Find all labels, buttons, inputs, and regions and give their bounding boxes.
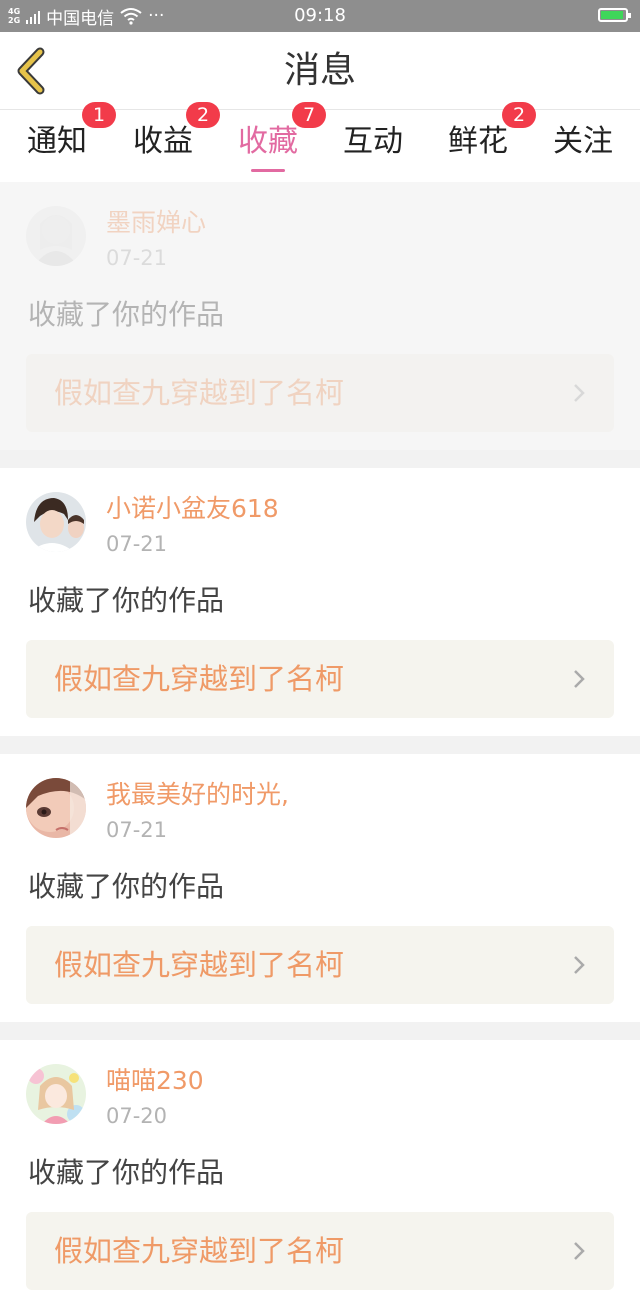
avatar[interactable] xyxy=(26,206,86,266)
active-tab-indicator xyxy=(251,169,285,172)
tab-label: 互动 xyxy=(343,124,403,159)
tab-bar: 通知 1 收益 2 收藏 7 互动 鲜花 2 关注 xyxy=(0,102,640,182)
work-title: 假如查九穿越到了名柯 xyxy=(54,376,345,410)
username[interactable]: 喵喵230 xyxy=(106,1066,204,1096)
tab-label: 收藏 xyxy=(238,124,298,159)
message-card: 喵喵230 07-20 收藏了你的作品 假如查九穿越到了名柯 xyxy=(0,1040,640,1308)
work-link[interactable]: 假如查九穿越到了名柯 xyxy=(26,926,614,1004)
message-action: 收藏了你的作品 xyxy=(28,870,225,903)
tab-interactions[interactable]: 互动 xyxy=(320,110,426,182)
username[interactable]: 小诺小盆友618 xyxy=(106,494,279,524)
avatar[interactable] xyxy=(26,492,86,552)
avatar[interactable] xyxy=(26,1064,86,1124)
work-title: 假如查九穿越到了名柯 xyxy=(54,662,345,696)
tab-earnings[interactable]: 收益 2 xyxy=(110,102,220,182)
nav-bar: 消息 xyxy=(0,32,640,110)
work-link[interactable]: 假如查九穿越到了名柯 xyxy=(26,640,614,718)
status-time: 09:18 xyxy=(294,5,346,26)
tab-notifications[interactable]: 通知 1 xyxy=(4,102,116,182)
chevron-right-icon xyxy=(574,1242,585,1260)
tab-favorites[interactable]: 收藏 7 xyxy=(215,102,326,182)
message-action: 收藏了你的作品 xyxy=(28,584,225,617)
tab-label: 关注 xyxy=(553,124,613,159)
avatar[interactable] xyxy=(26,778,86,838)
work-link[interactable]: 假如查九穿越到了名柯 xyxy=(26,1212,614,1290)
page-title: 消息 xyxy=(283,50,356,91)
message-date: 07-21 xyxy=(106,818,168,842)
status-bar: 4G 2G 中国电信 ··· 09:18 xyxy=(0,0,640,32)
message-date: 07-21 xyxy=(106,246,168,270)
message-action: 收藏了你的作品 xyxy=(28,298,225,331)
message-date: 07-21 xyxy=(106,532,168,556)
work-link[interactable]: 假如查九穿越到了名柯 xyxy=(26,354,614,432)
tab-label: 通知 xyxy=(27,124,87,159)
battery-fill xyxy=(601,11,623,19)
chevron-right-icon xyxy=(574,670,585,688)
work-title: 假如查九穿越到了名柯 xyxy=(54,1234,345,1268)
tab-following[interactable]: 关注 xyxy=(530,110,636,182)
message-action: 收藏了你的作品 xyxy=(28,1156,225,1189)
message-card: 我最美好的时光, 07-21 收藏了你的作品 假如查九穿越到了名柯 xyxy=(0,754,640,1022)
message-card: 墨雨婵心 07-21 收藏了你的作品 假如查九穿越到了名柯 xyxy=(0,182,640,450)
tab-flowers[interactable]: 鲜花 2 xyxy=(425,102,536,182)
message-date: 07-20 xyxy=(106,1104,168,1128)
tab-label: 鲜花 xyxy=(448,124,508,159)
username[interactable]: 我最美好的时光, xyxy=(106,780,289,810)
message-card: 小诺小盆友618 07-21 收藏了你的作品 假如查九穿越到了名柯 xyxy=(0,468,640,736)
chevron-right-icon xyxy=(574,956,585,974)
work-title: 假如查九穿越到了名柯 xyxy=(54,948,345,982)
username[interactable]: 墨雨婵心 xyxy=(106,208,206,238)
tab-label: 收益 xyxy=(133,124,193,159)
chevron-right-icon xyxy=(574,384,585,402)
battery-icon xyxy=(598,8,631,22)
